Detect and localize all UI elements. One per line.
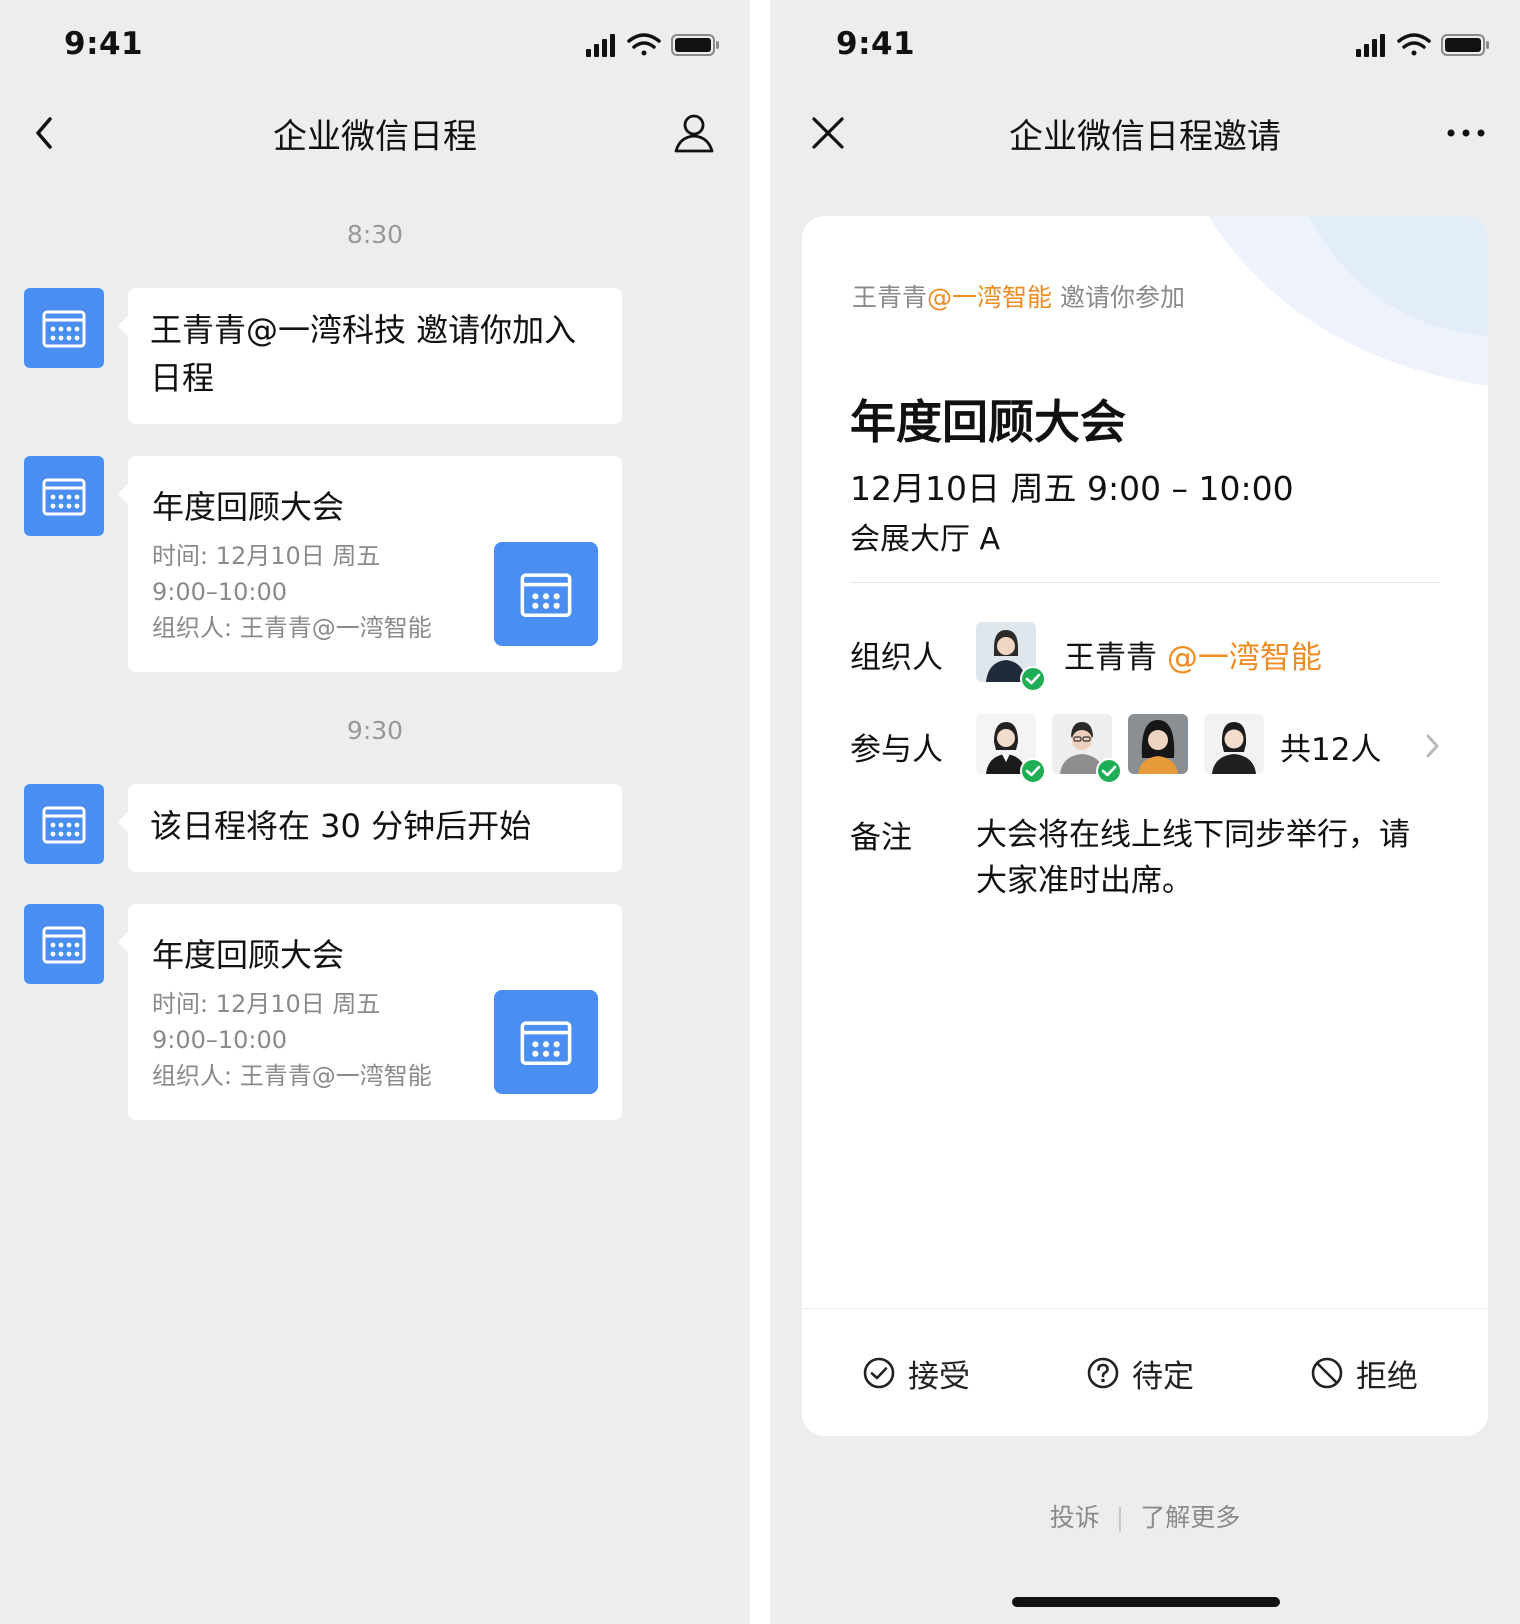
tentative-button[interactable]: 待定 xyxy=(1086,1351,1194,1395)
calendar-icon xyxy=(42,310,86,348)
battery-icon xyxy=(671,34,719,56)
organizer-label: 组织人 xyxy=(850,640,943,676)
event-location: 会展大厅 A xyxy=(850,522,1001,557)
invitation-screen: 9:41 企业微信日程邀请 王青青@一湾智能 邀请你参加 年度回顾大会 12月1… xyxy=(770,0,1520,1624)
home-indicator xyxy=(1012,1597,1280,1607)
accepted-check-icon xyxy=(1020,758,1046,784)
status-icons xyxy=(1356,33,1489,57)
event-card-meta: 时间: 12月10日 周五 9:00–10:00 组织人: 王青青@一湾智能 xyxy=(152,538,432,646)
event-time: 12月10日 周五 9:00 – 10:00 xyxy=(850,469,1294,508)
calendar-bot-avatar xyxy=(24,288,104,368)
question-circle-icon xyxy=(1087,1357,1119,1389)
invite-message-bubble[interactable]: 王青青@一湾科技 邀请你加入日程 xyxy=(118,288,622,424)
nav-bar: 企业微信日程 xyxy=(0,95,750,170)
inviter-name: 王青青 xyxy=(852,283,928,312)
attendees-label: 参与人 xyxy=(850,732,943,768)
organizer-name[interactable]: 王青青 @一湾智能 xyxy=(1064,632,1322,677)
event-card-title: 年度回顾大会 xyxy=(152,936,345,974)
organizer-person: 王青青 xyxy=(1064,640,1157,676)
event-card-date: 时间: 12月10日 周五 xyxy=(152,990,381,1018)
prohibited-icon xyxy=(1311,1357,1343,1389)
decline-button[interactable]: 拒绝 xyxy=(1310,1351,1418,1395)
decorative-wave xyxy=(1208,216,1488,386)
event-card-organizer: 组织人: 王青青@一湾智能 xyxy=(152,1062,432,1090)
footer-links: 投诉 | 了解更多 xyxy=(770,1498,1520,1534)
time-divider: 9:30 xyxy=(346,716,404,745)
event-card-title: 年度回顾大会 xyxy=(152,488,345,526)
attendee-count[interactable]: 共12人 xyxy=(1280,724,1381,769)
footer-separator: | xyxy=(1115,1503,1125,1532)
person-photo-icon xyxy=(1204,714,1264,774)
accepted-check-icon xyxy=(1096,758,1122,784)
page-title: 企业微信日程邀请 xyxy=(1009,117,1281,157)
more-icon[interactable] xyxy=(1442,109,1490,157)
event-card-date: 时间: 12月10日 周五 xyxy=(152,542,381,570)
chat-screen: 9:41 企业微信日程 8:30 王青青@一湾科技 邀请你加入日程 年度回顾大会… xyxy=(0,0,750,1624)
event-card-thumbnail xyxy=(494,542,598,646)
message-text: 该日程将在 30 分钟后开始 xyxy=(150,807,532,845)
battery-icon xyxy=(1441,34,1489,56)
chevron-right-icon[interactable] xyxy=(1422,730,1442,762)
calendar-bot-avatar xyxy=(24,904,104,984)
cellular-signal-icon xyxy=(586,34,615,57)
cellular-signal-icon xyxy=(1356,34,1385,57)
attendee-avatar[interactable] xyxy=(1204,714,1264,774)
reminder-message-bubble[interactable]: 该日程将在 30 分钟后开始 xyxy=(118,784,622,872)
divider xyxy=(850,582,1440,583)
event-card-organizer: 组织人: 王青青@一湾智能 xyxy=(152,614,432,642)
event-card-time-range: 9:00–10:00 xyxy=(152,1026,288,1054)
check-circle-icon xyxy=(863,1357,895,1389)
event-title: 年度回顾大会 xyxy=(850,395,1126,449)
profile-icon[interactable] xyxy=(670,109,718,157)
time-divider: 8:30 xyxy=(346,220,404,249)
status-icons xyxy=(586,33,719,57)
organizer-org: @一湾智能 xyxy=(1166,640,1322,676)
inviter-line: 王青青@一湾智能 邀请你参加 xyxy=(852,278,1185,314)
accept-label: 接受 xyxy=(908,1358,970,1395)
report-link[interactable]: 投诉 xyxy=(1050,1498,1100,1534)
status-time: 9:41 xyxy=(836,26,916,62)
event-card-meta: 时间: 12月10日 周五 9:00–10:00 组织人: 王青青@一湾智能 xyxy=(152,986,432,1094)
attendee-avatar[interactable] xyxy=(1128,714,1188,774)
calendar-icon xyxy=(42,926,86,964)
event-card[interactable]: 年度回顾大会 时间: 12月10日 周五 9:00–10:00 组织人: 王青青… xyxy=(118,456,622,672)
event-card[interactable]: 年度回顾大会 时间: 12月10日 周五 9:00–10:00 组织人: 王青青… xyxy=(118,904,622,1120)
rsvp-actions: 接受 待定 拒绝 xyxy=(802,1308,1488,1436)
status-bar: 9:41 xyxy=(0,0,750,90)
accept-button[interactable]: 接受 xyxy=(862,1351,970,1395)
tentative-label: 待定 xyxy=(1132,1358,1194,1395)
calendar-icon xyxy=(520,1021,572,1066)
page-title: 企业微信日程 xyxy=(273,117,477,157)
learn-more-link[interactable]: 了解更多 xyxy=(1140,1498,1240,1534)
wifi-icon xyxy=(1397,33,1431,56)
invitation-card: 王青青@一湾智能 邀请你参加 年度回顾大会 12月10日 周五 9:00 – 1… xyxy=(802,216,1488,1436)
calendar-icon xyxy=(42,478,86,516)
event-card-thumbnail xyxy=(494,990,598,1094)
calendar-icon xyxy=(42,806,86,844)
status-bar: 9:41 xyxy=(770,0,1520,90)
event-card-time-range: 9:00–10:00 xyxy=(152,578,288,606)
accepted-check-icon xyxy=(1020,666,1046,692)
calendar-bot-avatar xyxy=(24,456,104,536)
notes-label: 备注 xyxy=(850,820,912,856)
notes-text: 大会将在线上线下同步举行，请大家准时出席。 xyxy=(976,817,1410,899)
decline-label: 拒绝 xyxy=(1356,1358,1418,1395)
status-time: 9:41 xyxy=(64,26,144,62)
calendar-icon xyxy=(520,573,572,618)
inviter-org: @一湾智能 xyxy=(927,283,1053,312)
inviter-suffix: 邀请你参加 xyxy=(1059,283,1185,312)
message-text: 王青青@一湾科技 邀请你加入日程 xyxy=(150,311,577,397)
wifi-icon xyxy=(627,33,661,56)
calendar-bot-avatar xyxy=(24,784,104,864)
person-photo-icon xyxy=(1128,714,1188,774)
nav-bar: 企业微信日程邀请 xyxy=(770,95,1520,170)
